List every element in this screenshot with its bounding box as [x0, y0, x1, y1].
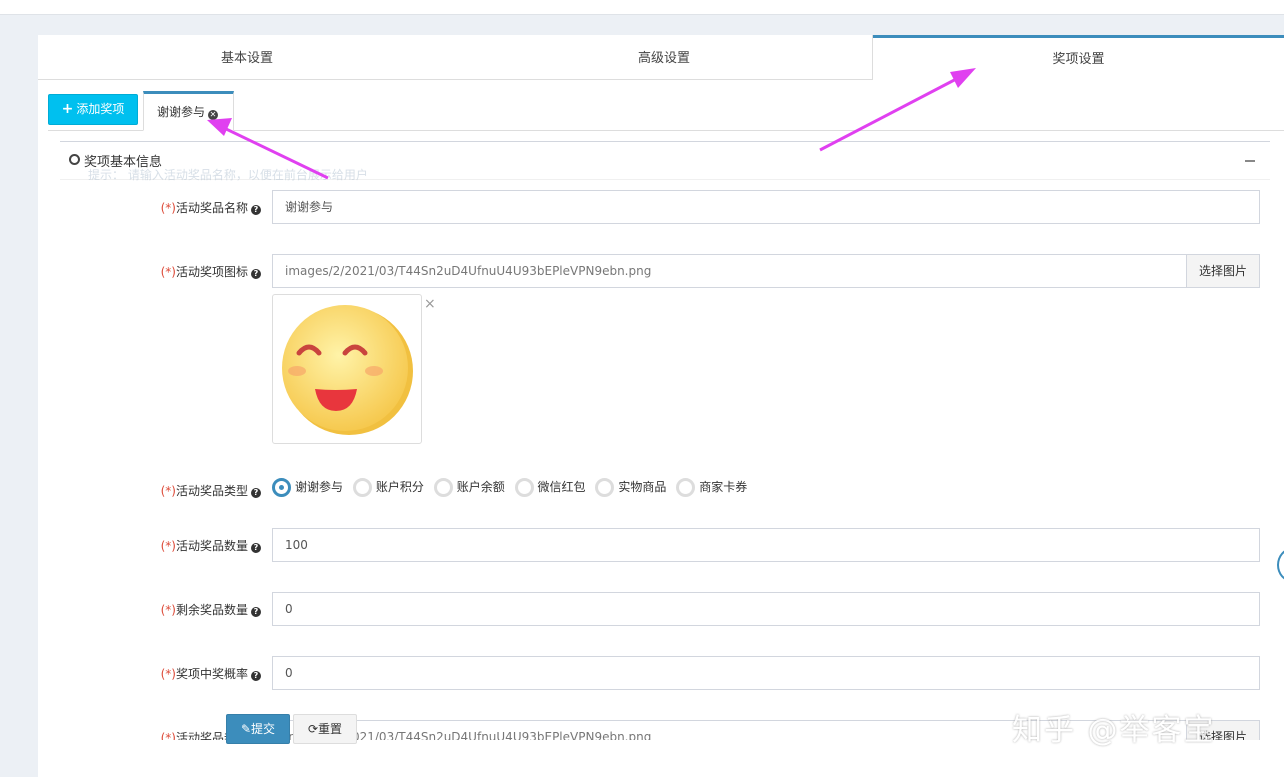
radio-physical-goods[interactable]: 实物商品	[595, 478, 666, 497]
smiley-face-icon	[282, 305, 413, 435]
label-prize-name: (*)活动奖品名称?	[161, 199, 261, 216]
label-prize-quantity: (*)活动奖品数量?	[161, 537, 261, 554]
radio-icon	[514, 478, 534, 497]
question-icon: ?	[251, 488, 261, 498]
circle-icon	[69, 154, 80, 165]
prize-quantity-input[interactable]: 100	[272, 528, 1260, 562]
question-icon: ?	[251, 269, 261, 279]
radio-icon	[676, 478, 696, 497]
prize-icon-thumbnail	[272, 294, 422, 444]
radio-wechat-redpacket[interactable]: 微信红包	[514, 478, 586, 497]
add-prize-button[interactable]: + 添加奖项	[48, 94, 138, 125]
tab-basic-settings[interactable]: 基本设置	[38, 35, 456, 80]
pencil-icon: ✎	[240, 722, 252, 736]
settings-panel: 基本设置 高级设置 奖项设置 + 添加奖项 谢谢参与 ✕ 奖项基本信息 提示： 请输…	[38, 35, 1284, 777]
prize-probability-input[interactable]: 0	[272, 656, 1260, 690]
label-prize-remaining: (*)剩余奖品数量?	[161, 601, 261, 618]
label-prize-icon: (*)活动奖项图标?	[161, 263, 261, 280]
close-circle-icon[interactable]: ✕	[208, 110, 219, 120]
prize-type-radio-group: 谢谢参与 账户积分 账户余额 微信红包 实物商品 商家卡券	[272, 478, 753, 497]
question-icon: ?	[251, 205, 261, 215]
radio-points[interactable]: 账户积分	[352, 478, 424, 497]
label-prize-type: (*)活动奖品类型?	[161, 482, 261, 499]
question-icon: ?	[251, 543, 261, 553]
top-bar	[0, 0, 1284, 15]
submit-button[interactable]: ✎提交	[226, 714, 290, 744]
question-icon: ?	[251, 607, 261, 617]
settings-tabs: 基本设置 高级设置 奖项设置	[38, 35, 1284, 80]
radio-icon	[595, 478, 615, 497]
prize-tab-thanks[interactable]: 谢谢参与 ✕	[143, 91, 234, 131]
tab-prize-settings[interactable]: 奖项设置	[873, 35, 1284, 80]
prize-subtabs: + 添加奖项 谢谢参与 ✕	[48, 91, 1284, 131]
watermark-text: 知乎 @举客宝	[1012, 713, 1216, 748]
refresh-icon: ⟳	[307, 722, 319, 736]
submit-label: 提交	[251, 722, 276, 736]
radio-merchant-coupon[interactable]: 商家卡券	[676, 478, 747, 497]
tab-advanced-settings[interactable]: 高级设置	[456, 35, 873, 80]
question-icon: ?	[251, 671, 261, 681]
reset-button[interactable]: ⟳重置	[293, 714, 357, 744]
prize-name-input[interactable]: 谢谢参与	[272, 190, 1260, 224]
prize-remaining-input[interactable]: 0	[272, 592, 1260, 626]
select-image-button[interactable]: 选择图片	[1186, 254, 1260, 288]
collapse-minus-icon[interactable]	[1245, 160, 1255, 162]
radio-icon	[352, 478, 372, 497]
remove-image-icon[interactable]: ×	[424, 296, 436, 312]
radio-balance[interactable]: 账户余额	[433, 478, 505, 497]
add-prize-label: 添加奖项	[76, 102, 125, 116]
radio-icon	[433, 478, 453, 497]
reset-label: 重置	[318, 722, 343, 736]
faint-tip-text: 提示： 请输入活动奖品名称，以便在前台展示给用户	[88, 168, 368, 182]
radio-thanks[interactable]: 谢谢参与	[272, 478, 343, 497]
prize-tab-label: 谢谢参与	[157, 105, 206, 119]
prize-icon-input[interactable]: images/2/2021/03/T44Sn2uD4UfnuU4U93bEPle…	[272, 254, 1187, 288]
label-prize-probability: (*)奖项中奖概率?	[161, 665, 261, 682]
radio-checked-icon	[272, 478, 291, 497]
plus-icon: +	[61, 101, 74, 117]
prize-info-box: 奖项基本信息 提示： 请输入活动奖品名称，以便在前台展示给用户 (*)活动奖品名…	[60, 141, 1270, 777]
